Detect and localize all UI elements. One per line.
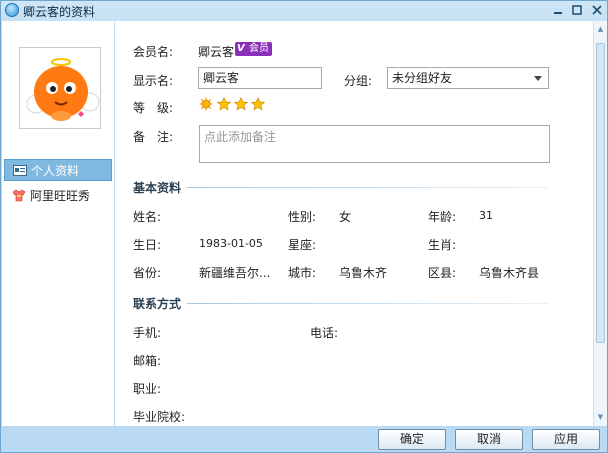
scroll-down-icon[interactable]: ▼ — [596, 413, 605, 421]
gender-value: 女 — [339, 210, 352, 224]
member-name-label: 会员名: — [133, 45, 174, 59]
avatar[interactable] — [19, 47, 101, 129]
chevron-down-icon[interactable] — [534, 76, 542, 81]
birthday-value: 1983-01-05 — [199, 237, 263, 250]
scroll-thumb[interactable] — [596, 43, 605, 343]
province-value: 新疆维吾尔... — [199, 266, 271, 280]
district-value: 乌鲁木齐县 — [479, 266, 540, 280]
cancel-button[interactable]: 取消 — [455, 429, 523, 450]
nav-item-personal-info[interactable]: 个人资料 — [4, 159, 112, 181]
nav-label: 阿里旺旺秀 — [30, 189, 91, 203]
aliwangwang-icon — [5, 3, 19, 17]
id-card-icon — [13, 165, 27, 176]
sun-icon — [199, 97, 213, 111]
shirt-icon — [12, 189, 26, 202]
section-divider — [187, 187, 549, 188]
basic-info-title: 基本资料 — [133, 181, 182, 195]
display-name-label: 显示名: — [133, 74, 174, 88]
scrollbar[interactable]: ▲ ▼ — [593, 21, 607, 426]
phone-label: 电话: — [310, 326, 339, 340]
city-label: 城市: — [288, 266, 317, 280]
minimize-icon[interactable] — [549, 2, 567, 18]
email-label: 邮箱: — [133, 354, 162, 368]
city-value: 乌鲁木齐 — [339, 266, 388, 280]
group-select-value: 未分组好友 — [392, 71, 453, 85]
age-label: 年龄: — [428, 210, 457, 224]
apply-button[interactable]: 应用 — [532, 429, 600, 450]
chinese-zodiac-label: 生肖: — [428, 238, 457, 252]
ok-button[interactable]: 确定 — [378, 429, 446, 450]
close-icon[interactable] — [588, 2, 606, 18]
birthday-label: 生日: — [133, 238, 162, 252]
scroll-up-icon[interactable]: ▲ — [596, 25, 605, 33]
province-label: 省份: — [133, 266, 162, 280]
title-bar[interactable]: 卿云客的资料 — [1, 1, 607, 21]
level-label: 等 级: — [133, 101, 174, 115]
star-icon — [217, 97, 231, 111]
display-name-input[interactable]: 卿云客 — [198, 67, 322, 89]
group-label: 分组: — [344, 74, 373, 88]
mobile-label: 手机: — [133, 326, 162, 340]
star-icon — [251, 97, 265, 111]
gender-label: 性别: — [288, 210, 317, 224]
contact-title: 联系方式 — [133, 297, 182, 311]
member-badge-label: 会员 — [249, 43, 269, 54]
star-icon — [234, 97, 248, 111]
age-value: 31 — [479, 209, 493, 222]
note-textarea[interactable]: 点此添加备注 — [199, 125, 550, 163]
maximize-icon[interactable] — [568, 2, 586, 18]
window-title: 卿云客的资料 — [23, 5, 96, 19]
zodiac-label: 星座: — [288, 238, 317, 252]
district-label: 区县: — [428, 266, 457, 280]
left-pane: 个人资料 阿里旺旺秀 — [2, 21, 114, 426]
job-label: 职业: — [133, 382, 162, 396]
member-badge: V 会员 — [235, 42, 272, 56]
name-label: 姓名: — [133, 210, 162, 224]
group-select[interactable]: 未分组好友 — [387, 67, 549, 89]
note-label: 备 注: — [133, 130, 174, 144]
profile-window: 卿云客的资料 个人资料 阿里旺旺秀 ▲ ▼ 会员名: 卿云客 V 会员 显示名:… — [0, 0, 608, 453]
member-name-value: 卿云客 — [198, 45, 235, 59]
nav-item-wangwang-show[interactable]: 阿里旺旺秀 — [4, 185, 112, 207]
nav-label: 个人资料 — [31, 164, 80, 178]
section-divider — [187, 303, 549, 304]
school-label: 毕业院校: — [133, 410, 186, 424]
vip-icon: V — [237, 43, 245, 54]
